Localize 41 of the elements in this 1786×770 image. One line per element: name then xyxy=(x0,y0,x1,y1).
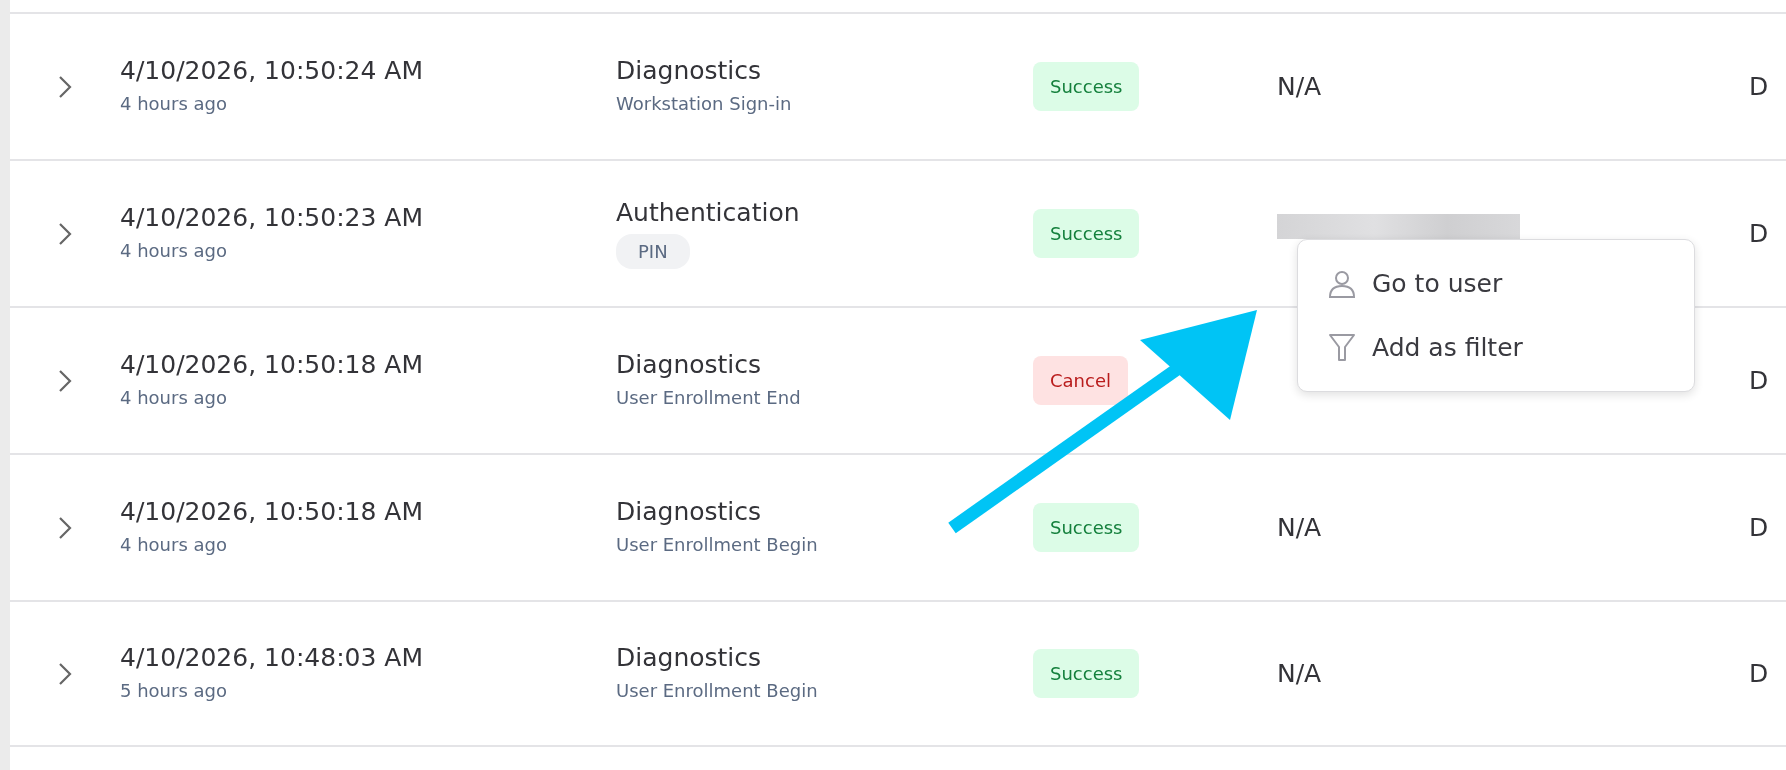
timestamp: 4/10/2026, 10:48:03 AM xyxy=(120,643,423,673)
table-cell: D xyxy=(1749,512,1769,542)
status-badge: Success xyxy=(1033,649,1140,698)
relative-time: 4 hours ago xyxy=(120,239,227,263)
menu-item[interactable]: Add as filter xyxy=(1298,315,1694,379)
expand-chevron-icon[interactable] xyxy=(58,368,72,393)
expand-chevron-icon[interactable] xyxy=(58,74,72,99)
user-value: N/A xyxy=(1277,512,1322,542)
relative-time: 4 hours ago xyxy=(120,533,227,557)
event-category: Diagnostics xyxy=(616,56,762,86)
user-value: N/A xyxy=(1277,658,1322,688)
event-tag: PIN xyxy=(616,234,690,269)
table-cell: D xyxy=(1749,218,1769,248)
table-cell: D xyxy=(1749,658,1769,688)
filter-icon xyxy=(1326,331,1358,364)
status-badge: Cancel xyxy=(1033,356,1128,405)
table-cell: D xyxy=(1749,365,1769,395)
event-detail: User Enrollment End xyxy=(616,386,801,410)
event-category: Authentication xyxy=(616,198,800,228)
table-cell: D xyxy=(1749,71,1769,101)
event-category: Diagnostics xyxy=(616,350,762,380)
event-detail: User Enrollment Begin xyxy=(616,679,818,703)
timestamp: 4/10/2026, 10:50:24 AM xyxy=(120,56,423,86)
event-category: Diagnostics xyxy=(616,643,762,673)
relative-time: 5 hours ago xyxy=(120,679,227,703)
expand-chevron-icon[interactable] xyxy=(58,515,72,540)
expand-chevron-icon[interactable] xyxy=(58,221,72,246)
timestamp: 4/10/2026, 10:50:18 AM xyxy=(120,350,423,380)
status-badge: Success xyxy=(1033,62,1140,111)
status-badge: Success xyxy=(1033,503,1140,552)
user-value: N/A xyxy=(1277,71,1322,101)
status-badge: Success xyxy=(1033,209,1140,258)
menu-item[interactable]: Go to user xyxy=(1298,252,1694,316)
relative-time: 4 hours ago xyxy=(120,386,227,410)
timestamp: 4/10/2026, 10:50:23 AM xyxy=(120,203,423,233)
relative-time: 4 hours ago xyxy=(120,92,227,116)
event-detail: User Enrollment Begin xyxy=(616,533,818,557)
event-category: Diagnostics xyxy=(616,497,762,527)
event-detail: Workstation Sign-in xyxy=(616,92,792,116)
timestamp: 4/10/2026, 10:50:18 AM xyxy=(120,497,423,527)
expand-chevron-icon[interactable] xyxy=(58,661,72,686)
